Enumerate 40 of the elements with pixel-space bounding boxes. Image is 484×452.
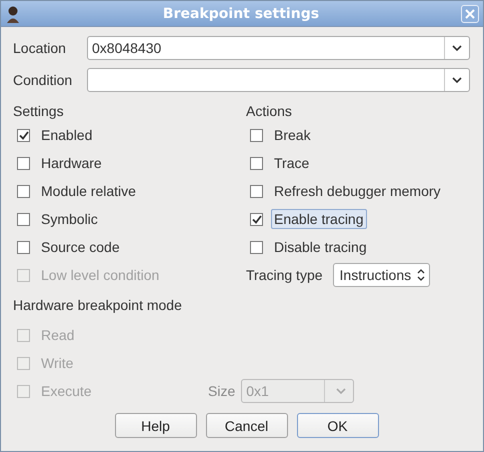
checkbox-label[interactable]: Trace (271, 153, 312, 173)
checkbox[interactable] (250, 212, 263, 226)
app-icon (5, 4, 21, 22)
checkbox[interactable] (250, 184, 263, 198)
checkbox[interactable] (17, 240, 30, 254)
checkbox-label[interactable]: Source code (38, 237, 123, 257)
checkbox[interactable] (250, 128, 263, 142)
checkbox[interactable] (17, 128, 30, 142)
field-label: Tracing type (246, 267, 323, 283)
section-heading: Actions (246, 102, 293, 121)
field-label: Location (13, 40, 67, 56)
checkbox[interactable] (17, 184, 30, 198)
checkbox-label[interactable]: Refresh debugger memory (271, 181, 444, 201)
checkbox-label[interactable]: Symbolic (38, 209, 101, 229)
checkbox[interactable] (250, 240, 263, 254)
checkbox-label[interactable]: Enable tracing (271, 209, 367, 229)
field-label: Condition (13, 72, 74, 88)
checkbox-label[interactable]: Disable tracing (271, 237, 370, 257)
location-field[interactable]: 0x8048430 (87, 36, 470, 60)
dialog-button[interactable]: Help (114, 413, 196, 438)
chevron-icon (452, 44, 462, 50)
chevron-icon (336, 388, 346, 394)
condition-field[interactable] (87, 68, 470, 92)
checkbox[interactable] (17, 156, 30, 170)
section-heading: Hardware breakpoint mode (13, 296, 183, 315)
checkbox-label[interactable]: Hardware (38, 153, 105, 173)
tracing-type-dropdown[interactable]: Instructions (332, 263, 430, 287)
close-icon (465, 8, 475, 18)
checkbox-label[interactable]: Break (271, 125, 314, 145)
chevron-icon (452, 76, 462, 82)
checkbox-label[interactable]: Module relative (38, 181, 139, 201)
dialog-button[interactable]: OK (296, 413, 378, 438)
checkbox[interactable] (250, 156, 263, 170)
checkbox[interactable] (17, 212, 30, 226)
dialog-button[interactable]: Cancel (206, 413, 288, 438)
up-down-arrows-icon (417, 269, 426, 281)
section-heading: Settings (13, 102, 65, 121)
field-label: Size (208, 383, 236, 399)
window-title: Breakpoint settings (162, 6, 320, 22)
checkbox-label[interactable]: Enabled (38, 125, 96, 145)
